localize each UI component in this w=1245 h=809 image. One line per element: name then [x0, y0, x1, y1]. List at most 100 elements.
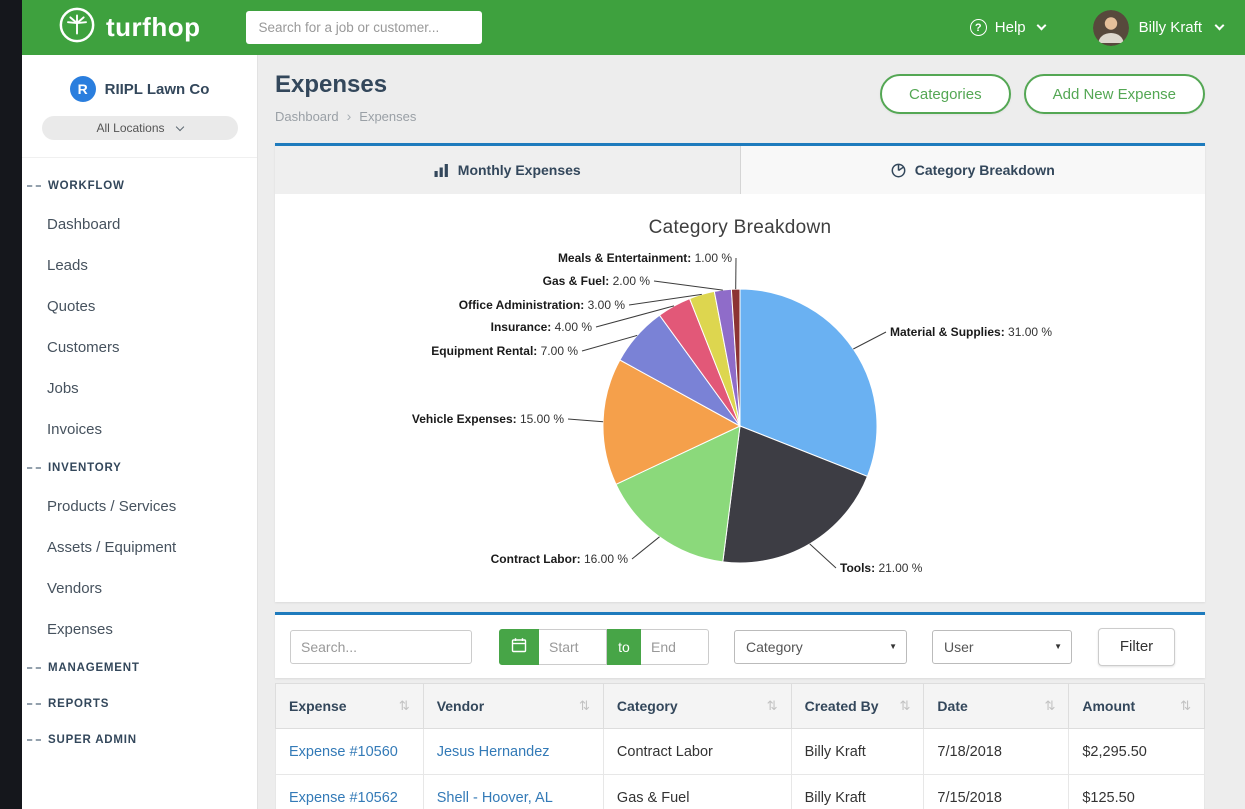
- column-header-created-by[interactable]: Created By ⇅: [791, 684, 924, 729]
- table-row: Expense #10562 Shell - Hoover, AL Gas & Fu…: [276, 775, 1205, 809]
- pie-chart-icon: [891, 163, 906, 178]
- date-to-label: to: [607, 629, 641, 665]
- turfhop-logo-icon: [58, 6, 96, 49]
- chevron-down-icon: [1036, 21, 1046, 31]
- help-label: Help: [995, 19, 1026, 36]
- sort-icon[interactable]: ⇅: [1044, 698, 1055, 714]
- sidebar-item-invoices[interactable]: Invoices: [22, 409, 257, 450]
- expense-link[interactable]: Expense #10560: [289, 744, 398, 760]
- sidebar: R RIIPL Lawn Co All Locations WORKFLOWDa…: [22, 55, 258, 809]
- nav-section-super-admin[interactable]: SUPER ADMIN: [22, 722, 257, 758]
- cell-category: Gas & Fuel: [603, 775, 791, 809]
- location-label: All Locations: [96, 121, 164, 135]
- dashes-icon: [27, 667, 41, 669]
- expense-table: Expense⇅Vendor⇅Category⇅Created By⇅Date⇅…: [275, 683, 1205, 809]
- company-selector[interactable]: R RIIPL Lawn Co: [40, 76, 239, 102]
- vendor-link[interactable]: Shell - Hoover, AL: [437, 790, 553, 806]
- nav-section-label: MANAGEMENT: [48, 662, 140, 674]
- sidebar-item-leads[interactable]: Leads: [22, 245, 257, 286]
- nav-section-reports[interactable]: REPORTS: [22, 686, 257, 722]
- column-header-label: Vendor: [437, 698, 484, 714]
- cell-amount: $2,295.50: [1069, 729, 1205, 775]
- date-end-input[interactable]: [641, 629, 709, 665]
- help-menu[interactable]: ? Help: [970, 19, 1045, 36]
- sidebar-item-customers[interactable]: Customers: [22, 327, 257, 368]
- column-header-date[interactable]: Date⇅: [924, 684, 1069, 729]
- nav-section-management[interactable]: MANAGEMENT: [22, 650, 257, 686]
- tab-monthly-expenses[interactable]: Monthly Expenses: [275, 146, 740, 194]
- pie-label-vehicle-expenses: Vehicle Expenses: 15.00 %: [412, 412, 564, 426]
- tab-label: Category Breakdown: [915, 162, 1055, 178]
- expense-link[interactable]: Expense #10562: [289, 790, 398, 806]
- column-header-expense[interactable]: Expense ⇅: [276, 684, 424, 729]
- breadcrumb-item-expenses[interactable]: Expenses: [359, 109, 416, 124]
- app-root: turfhop ? Help B: [0, 0, 1245, 809]
- dashes-icon: [27, 739, 41, 741]
- column-header-label: Amount: [1082, 698, 1135, 714]
- nav-section-inventory[interactable]: INVENTORY: [22, 450, 257, 486]
- topbar-right: ? Help Billy Kraft: [970, 10, 1223, 46]
- user-select[interactable]: User ▼: [932, 630, 1072, 664]
- chart-tabs: Monthly Expenses Category Breakdown: [275, 143, 1205, 194]
- sidebar-item-vendors[interactable]: Vendors: [22, 568, 257, 609]
- dashes-icon: [27, 703, 41, 705]
- vendor-link[interactable]: Jesus Hernandez: [437, 744, 550, 760]
- nav-section-label: REPORTS: [48, 698, 109, 710]
- pie-label-leader: [568, 419, 603, 422]
- tab-category-breakdown[interactable]: Category Breakdown: [740, 146, 1206, 194]
- cell-vendor: Jesus Hernandez: [423, 729, 603, 775]
- column-header-vendor[interactable]: Vendor ⇅: [423, 684, 603, 729]
- sidebar-item-jobs[interactable]: Jobs: [22, 368, 257, 409]
- bar-chart-icon: [434, 163, 449, 177]
- calendar-button[interactable]: [499, 629, 539, 665]
- location-selector[interactable]: All Locations: [42, 116, 238, 140]
- sidebar-item-dashboard[interactable]: Dashboard: [22, 204, 257, 245]
- sort-icon[interactable]: ⇅: [579, 698, 590, 714]
- user-menu[interactable]: Billy Kraft: [1093, 10, 1223, 46]
- column-header-label: Expense: [289, 698, 347, 714]
- topbar: turfhop ? Help B: [22, 0, 1245, 55]
- cell-category: Contract Labor: [603, 729, 791, 775]
- sort-icon[interactable]: ⇅: [900, 698, 911, 714]
- main-content: Expenses Dashboard›Expenses CategoriesAd…: [258, 55, 1245, 809]
- sort-icon[interactable]: ⇅: [399, 698, 410, 714]
- category-select[interactable]: Category ▼: [734, 630, 907, 664]
- global-search-input[interactable]: [246, 11, 482, 44]
- pie-label-material-supplies: Material & Supplies: 31.00 %: [890, 325, 1052, 339]
- pie-label-insurance: Insurance: 4.00 %: [491, 320, 593, 334]
- breadcrumb-item-dashboard[interactable]: Dashboard: [275, 109, 339, 124]
- sidebar-item-products-services[interactable]: Products / Services: [22, 486, 257, 527]
- tab-label: Monthly Expenses: [458, 162, 581, 178]
- sidebar-nav: WORKFLOWDashboardLeadsQuotesCustomersJob…: [22, 158, 257, 758]
- page-actions: Categories Add New Expense: [880, 74, 1205, 114]
- cell-vendor: Shell - Hoover, AL: [423, 775, 603, 809]
- nav-section-workflow[interactable]: WORKFLOW: [22, 168, 257, 204]
- cell-created_by: Billy Kraft: [791, 775, 924, 809]
- company-name: RIIPL Lawn Co: [105, 81, 210, 98]
- table-search-input[interactable]: [290, 630, 472, 664]
- sidebar-item-expenses[interactable]: Expenses: [22, 609, 257, 650]
- sidebar-item-quotes[interactable]: Quotes: [22, 286, 257, 327]
- sort-icon[interactable]: ⇅: [767, 698, 778, 714]
- column-header-category[interactable]: Category⇅: [603, 684, 791, 729]
- categories-button[interactable]: Categories: [880, 74, 1011, 114]
- filter-button[interactable]: Filter: [1098, 628, 1175, 666]
- app-logo[interactable]: turfhop: [58, 6, 200, 49]
- category-select-value: Category: [746, 639, 803, 655]
- add-new-expense-button[interactable]: Add New Expense: [1024, 74, 1205, 114]
- calendar-icon: [511, 637, 527, 656]
- pie-label-leader: [654, 281, 723, 290]
- pie-label-equipment-rental: Equipment Rental: 7.00 %: [431, 344, 578, 358]
- sidebar-item-assets-equipment[interactable]: Assets / Equipment: [22, 527, 257, 568]
- pie-label-gas-fuel: Gas & Fuel: 2.00 %: [543, 274, 651, 288]
- user-select-value: User: [944, 639, 974, 655]
- column-header-amount[interactable]: Amount ⇅: [1069, 684, 1205, 729]
- filter-bar: to Category ▼ User ▼ Filter: [275, 612, 1205, 678]
- date-start-input[interactable]: [539, 629, 607, 665]
- avatar: [1093, 10, 1129, 46]
- pie-label-leader: [632, 537, 660, 559]
- sort-icon[interactable]: ⇅: [1180, 698, 1191, 714]
- chart-card: Category Breakdown Material & Supplies: …: [275, 194, 1205, 602]
- column-header-label: Created By: [805, 698, 879, 714]
- content-row: R RIIPL Lawn Co All Locations WORKFLOWDa…: [22, 55, 1245, 809]
